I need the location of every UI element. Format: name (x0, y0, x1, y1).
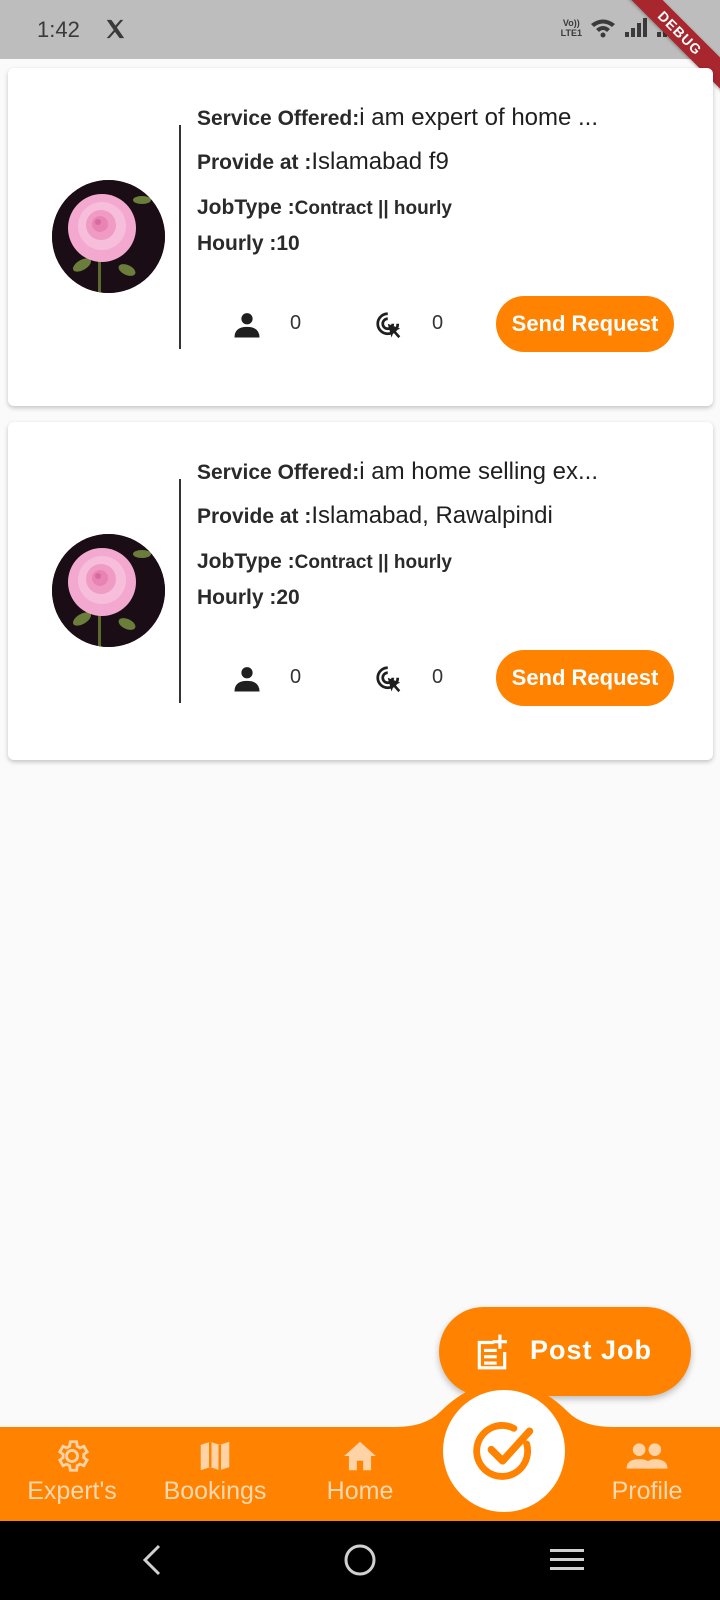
map-icon (200, 1441, 230, 1471)
status-time: 1:42 (37, 17, 80, 42)
nav-label: Profile (611, 1477, 683, 1505)
provide-value: Islamabad f9 (311, 148, 449, 175)
service-value: i am expert of home ... (359, 104, 599, 131)
person-icon (234, 313, 260, 338)
home-icon (344, 1441, 376, 1471)
post-job-label: Post Job (530, 1335, 653, 1365)
vertical-divider (179, 125, 181, 349)
nav-label: Bookings (163, 1477, 267, 1505)
card-actions: 0 0 Send Request (220, 296, 680, 352)
back-icon[interactable] (140, 1543, 164, 1577)
service-label: Service Offered: (197, 107, 360, 130)
person-icon (234, 667, 260, 692)
signal-icon (625, 18, 647, 37)
jobtype-value: Contract || hourly (294, 552, 452, 573)
wifi-icon (591, 19, 615, 38)
x-app-icon (106, 19, 125, 39)
nav-item-home[interactable]: Home (316, 1437, 404, 1506)
vertical-divider (179, 479, 181, 703)
nav-label: Home (326, 1477, 394, 1505)
provide-label: Provide at : (197, 505, 312, 528)
send-request-button[interactable]: Send Request (496, 296, 674, 352)
click-icon (376, 312, 401, 339)
card-actions: 0 0 Send Request (220, 650, 680, 706)
hourly-label: Hourly : (197, 586, 277, 609)
status-bar: 1:42 Vo)) LTE1 DEBUG (0, 0, 720, 98)
recents-menu-icon[interactable] (550, 1547, 584, 1573)
expert-card[interactable]: Service Offered: i am home selling ex...… (8, 422, 713, 760)
service-label: Service Offered: (197, 461, 360, 484)
nav-item-profile[interactable]: Profile (598, 1437, 696, 1506)
clicks-count: 0 (432, 312, 444, 334)
rose-image (52, 534, 165, 647)
hourly-value: 10 (276, 232, 300, 255)
avatar (52, 180, 165, 293)
avatar (52, 534, 165, 647)
card-info: Service Offered: i am home selling ex...… (197, 458, 598, 610)
post-add-icon (477, 1334, 508, 1370)
bottom-nav-notch (0, 1382, 720, 1430)
center-action-button[interactable] (443, 1390, 565, 1512)
expert-card[interactable]: Service Offered: i am expert of home ...… (8, 68, 713, 406)
provide-label: Provide at : (197, 151, 312, 174)
jobtype-label: JobType : (197, 196, 295, 219)
nav-label: Expert's (27, 1477, 117, 1505)
gear-icon (57, 1440, 89, 1472)
check-circle-icon (473, 1422, 534, 1480)
click-icon (376, 666, 401, 693)
jobtype-label: JobType : (197, 550, 295, 573)
rose-image (52, 180, 165, 293)
send-request-button[interactable]: Send Request (496, 650, 674, 706)
system-nav-bar (0, 1521, 720, 1600)
provide-value: Islamabad, Rawalpindi (311, 502, 553, 529)
service-value: i am home selling ex... (359, 458, 599, 485)
hourly-value: 20 (276, 586, 300, 609)
card-info: Service Offered: i am expert of home ...… (197, 104, 598, 256)
people-icon (626, 1443, 668, 1469)
nav-item-bookings[interactable]: Bookings (158, 1437, 272, 1506)
jobtype-value: Contract || hourly (294, 198, 452, 219)
volte-icon: Vo)) LTE1 (560, 18, 582, 38)
home-circle-icon[interactable] (343, 1543, 377, 1577)
hourly-label: Hourly : (197, 232, 277, 255)
persons-count: 0 (290, 666, 302, 688)
nav-item-experts[interactable]: Expert's (20, 1437, 124, 1506)
clicks-count: 0 (432, 666, 444, 688)
persons-count: 0 (290, 312, 302, 334)
